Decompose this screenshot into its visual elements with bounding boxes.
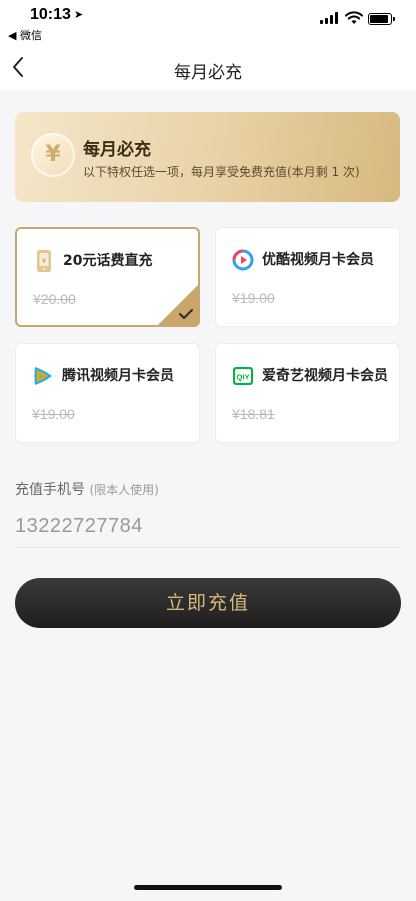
divider — [15, 547, 400, 548]
youku-icon — [232, 249, 254, 271]
status-bar: 10:13 ➤ ◀ 微信 — [0, 0, 416, 46]
svg-text:¥: ¥ — [42, 258, 46, 265]
option-name: 优酷视频月卡会员 — [262, 252, 374, 268]
page-title: 每月必充 — [174, 63, 242, 83]
wifi-icon — [345, 11, 363, 24]
check-icon — [179, 309, 193, 319]
yuan-coin-icon: ¥ — [31, 133, 75, 177]
option-original-price: ¥18.81 — [232, 406, 275, 422]
option-original-price: ¥20.00 — [33, 291, 76, 307]
phone-number-input[interactable] — [15, 508, 400, 544]
battery-icon — [368, 13, 395, 25]
phone-label-text: 充值手机号 — [15, 482, 85, 498]
back-to-app-link[interactable]: ◀ 微信 — [8, 27, 42, 43]
banner-title: 每月必充 — [83, 140, 151, 160]
navigation-bar: 每月必充 — [0, 46, 416, 90]
option-card-tencent-video[interactable]: 腾讯视频月卡会员 ¥19.00 — [15, 343, 200, 443]
recharge-now-button[interactable]: 立即充值 — [15, 578, 401, 628]
status-time: 10:13 — [30, 6, 71, 23]
option-original-price: ¥19.00 — [232, 290, 275, 306]
option-card-iqiyi[interactable]: QIY 爱奇艺视频月卡会员 ¥18.81 — [215, 343, 400, 443]
phone-icon: ¥ — [37, 250, 51, 272]
option-name: 腾讯视频月卡会员 — [62, 368, 174, 384]
phone-label-hint: (限本人使用) — [89, 483, 159, 497]
phone-number-label: 充值手机号 (限本人使用) — [15, 479, 159, 499]
option-name: 爱奇艺视频月卡会员 — [262, 368, 388, 384]
iqiyi-icon: QIY — [233, 367, 253, 385]
monthly-recharge-banner: ¥ 每月必充 以下特权任选一项，每月享受免费充值(本月剩 1 次) — [15, 112, 400, 202]
location-arrow-icon: ➤ — [74, 8, 84, 21]
option-card-youku[interactable]: 优酷视频月卡会员 ¥19.00 — [215, 227, 400, 327]
svg-text:QIY: QIY — [237, 373, 250, 382]
option-original-price: ¥19.00 — [32, 406, 75, 422]
option-name: 20元话费直充 — [63, 253, 153, 269]
home-indicator[interactable] — [134, 885, 282, 890]
cellular-signal-icon — [320, 12, 340, 24]
option-card-phone-credit[interactable]: ¥ 20元话费直充 ¥20.00 — [15, 227, 200, 327]
banner-subtitle: 以下特权任选一项，每月享受免费充值(本月剩 1 次) — [83, 165, 360, 179]
tencent-video-icon — [34, 367, 52, 385]
